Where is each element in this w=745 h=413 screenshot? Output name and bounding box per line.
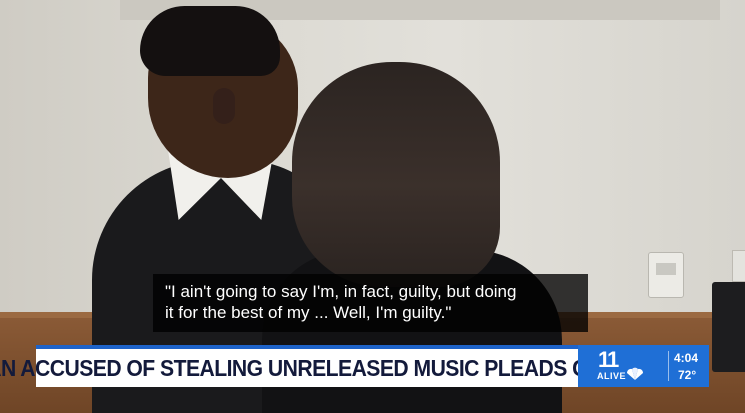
man-ear — [213, 88, 235, 124]
station-bug: 11 ALIVE 4:04 72° — [578, 345, 709, 387]
temperature: 72° — [678, 368, 697, 382]
clock-time: 4:04 — [674, 351, 699, 365]
caption-line-2: it for the best of my ... Well, I'm guil… — [165, 303, 452, 322]
bug-divider — [668, 351, 669, 381]
peacock-icon — [626, 367, 644, 380]
station-logo: 11 ALIVE — [578, 345, 668, 387]
man-hair — [140, 6, 280, 76]
monitor — [712, 282, 745, 372]
thermostat — [648, 252, 684, 298]
lower-third-banner: MAN ACCUSED OF STEALING UNRELEASED MUSIC… — [0, 345, 645, 387]
closed-caption: "I ain't going to say I'm, in fact, guil… — [153, 274, 588, 332]
thermostat-screen — [656, 263, 676, 275]
wall-outlet — [732, 250, 745, 282]
woman-hair — [292, 62, 500, 287]
logo-word: ALIVE — [597, 371, 627, 381]
logo-number: 11 — [598, 347, 619, 372]
headline: MAN ACCUSED OF STEALING UNRELEASED MUSIC… — [0, 354, 645, 381]
caption-line-1: "I ain't going to say I'm, in fact, guil… — [165, 282, 517, 301]
